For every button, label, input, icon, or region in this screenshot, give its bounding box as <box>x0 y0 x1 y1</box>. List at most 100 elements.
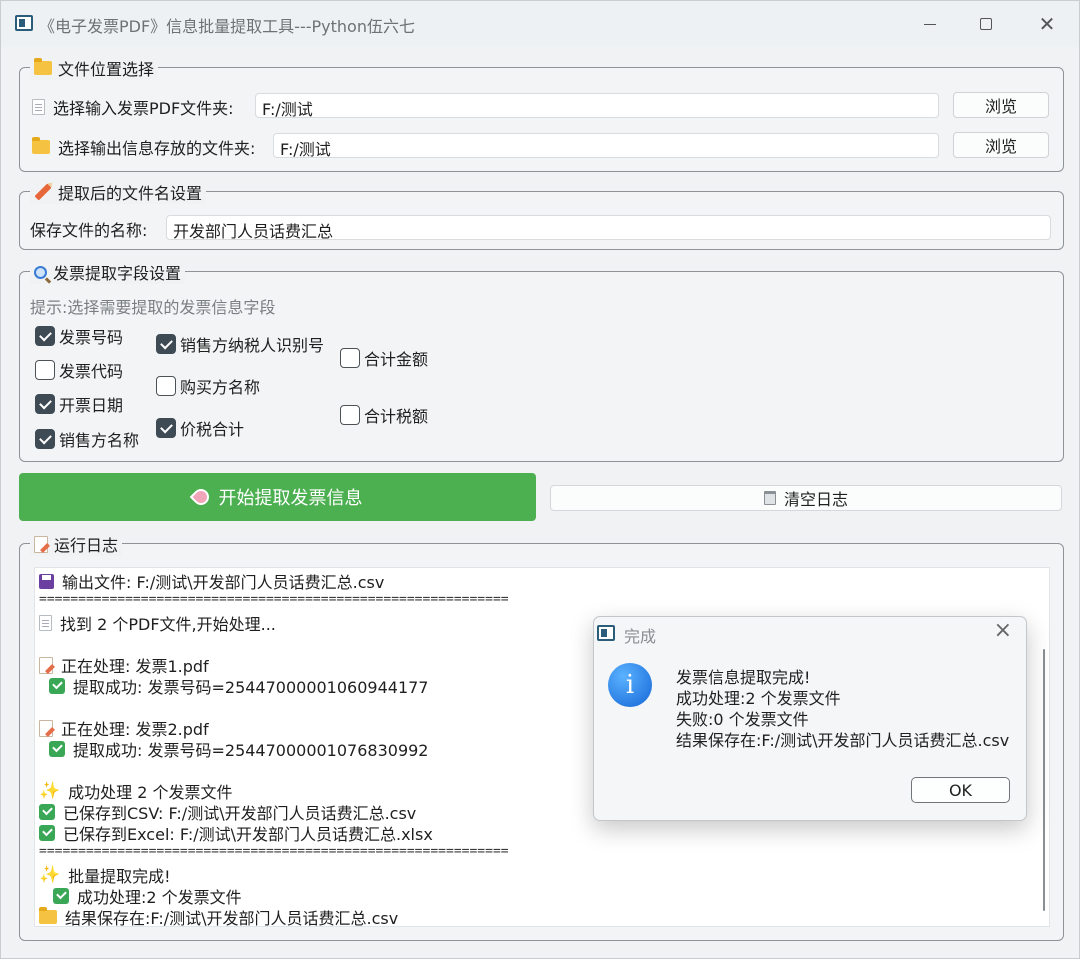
checkbox-total-tax[interactable]: 合计税额 <box>340 403 428 427</box>
checkbox-box[interactable] <box>340 348 360 368</box>
input-folder-row: 选择输入发票PDF文件夹: <box>32 95 234 119</box>
checkbox-box[interactable] <box>156 376 176 396</box>
browse-output-button[interactable]: 浏览 <box>953 132 1049 158</box>
checkbox-label: 销售方名称 <box>59 431 140 450</box>
window-title: 《电子发票PDF》信息批量提取工具---Python伍六七 <box>39 17 415 36</box>
log-line: 结果保存在:F:/测试\开发部门人员话费汇总.csv <box>39 905 399 927</box>
log-line: 提取成功: 发票号码=25447000001060944177 <box>49 674 428 698</box>
trash-icon <box>763 491 776 505</box>
log-separator: ========================================… <box>39 844 509 859</box>
checkbox-invoice-code[interactable]: 发票代码 <box>35 358 123 382</box>
checkbox-label: 购买方名称 <box>180 378 261 397</box>
ok-button[interactable]: OK <box>911 777 1010 803</box>
checkbox-invoice-number[interactable]: 发票号码 <box>35 324 123 348</box>
checkbox-total-amount[interactable]: 合计金额 <box>340 346 428 370</box>
sparkles-icon: ✨ <box>39 864 61 885</box>
floppy-disk-icon <box>39 573 54 589</box>
checkbox-label: 合计税额 <box>364 407 429 426</box>
document-icon <box>32 99 45 115</box>
check-mark-icon <box>39 825 55 841</box>
checkbox-box[interactable] <box>340 405 360 425</box>
title-bar[interactable]: 《电子发票PDF》信息批量提取工具---Python伍六七 ✕ <box>1 1 1079 47</box>
filename-field[interactable]: 开发部门人员话费汇总 <box>166 215 1051 241</box>
clear-log-button[interactable]: 清空日志 <box>550 485 1062 511</box>
start-extract-label: 开始提取发票信息 <box>218 488 363 509</box>
clear-log-label: 清空日志 <box>783 490 848 509</box>
filename-settings-legend: 提取后的文件名设置 <box>30 180 207 204</box>
log-line-text: 结果保存在:F:/测试\开发部门人员话费汇总.csv <box>65 909 399 927</box>
filename-label-text: 保存文件的名称: <box>30 221 148 240</box>
checkbox-buyer-name[interactable]: 购买方名称 <box>156 374 260 398</box>
checkbox-box[interactable] <box>35 360 55 380</box>
pencil-icon <box>34 183 52 201</box>
checkbox-label: 发票代码 <box>59 362 124 381</box>
fields-legend: 发票提取字段设置 <box>30 260 186 284</box>
checkbox-box[interactable] <box>35 394 55 414</box>
check-mark-icon <box>39 804 55 820</box>
checkbox-label: 合计金额 <box>364 350 429 369</box>
input-folder-field[interactable]: F:/测试 <box>255 93 939 119</box>
output-folder-label: 选择输出信息存放的文件夹: <box>58 139 256 158</box>
minimize-button[interactable] <box>907 7 953 41</box>
log-legend: 运行日志 <box>30 532 123 556</box>
close-icon: ✕ <box>1038 12 1056 36</box>
start-extract-button[interactable]: 开始提取发票信息 <box>19 473 536 521</box>
log-separator: ========================================… <box>39 592 509 607</box>
app-icon <box>15 15 33 31</box>
output-folder-field[interactable]: F:/测试 <box>273 133 939 159</box>
checkbox-seller-name[interactable]: 销售方名称 <box>35 427 139 451</box>
log-line: 输出文件: F:/测试\开发部门人员话费汇总.csv <box>39 569 384 593</box>
input-folder-label: 选择输入发票PDF文件夹: <box>53 99 234 118</box>
fields-hint: 提示:选择需要提取的发票信息字段 <box>30 298 276 317</box>
log-line: 已保存到Excel: F:/测试\开发部门人员话费汇总.xlsx <box>39 821 433 845</box>
dialog-title: 完成 <box>624 627 657 646</box>
sparkles-icon: ✨ <box>39 780 61 801</box>
dialog-close-button[interactable]: × <box>994 620 1012 642</box>
fields-title: 发票提取字段设置 <box>53 264 182 283</box>
log-title: 运行日志 <box>54 536 119 555</box>
folder-icon <box>32 137 50 154</box>
check-mark-icon <box>49 741 65 757</box>
checkbox-seller-tax-id[interactable]: 销售方纳税人识别号 <box>156 332 324 356</box>
log-line-text: 提取成功: 发票号码=25447000001076830992 <box>73 741 429 760</box>
checkbox-label: 发票号码 <box>59 328 124 347</box>
log-line-text: 输出文件: F:/测试\开发部门人员话费汇总.csv <box>62 573 385 592</box>
browse-input-button[interactable]: 浏览 <box>953 92 1049 118</box>
checkbox-box[interactable] <box>156 334 176 354</box>
app-icon <box>597 625 615 641</box>
info-icon: i <box>608 663 652 707</box>
checkbox-box[interactable] <box>35 326 55 346</box>
filename-label: 保存文件的名称: <box>30 217 147 241</box>
log-line-text: 提取成功: 发票号码=25447000001060944177 <box>73 678 429 697</box>
checkbox-invoice-date[interactable]: 开票日期 <box>35 392 123 416</box>
log-line: 提取成功: 发票号码=25447000001076830992 <box>49 737 428 761</box>
log-line: 找到 2 个PDF文件,开始处理... <box>39 611 276 635</box>
output-folder-row: 选择输出信息存放的文件夹: <box>32 135 255 159</box>
check-mark-icon <box>49 678 65 694</box>
maximize-button[interactable] <box>963 7 1009 41</box>
log-line-text: 找到 2 个PDF文件,开始处理... <box>60 615 276 634</box>
fields-group: 发票提取字段设置 提示:选择需要提取的发票信息字段 发票号码 发票代码 开票日期… <box>19 260 1064 462</box>
log-scrollbar[interactable] <box>1043 649 1045 911</box>
checkbox-total-with-tax[interactable]: 价税合计 <box>156 416 244 440</box>
file-location-legend: 文件位置选择 <box>30 56 159 80</box>
close-button[interactable]: ✕ <box>1024 7 1070 41</box>
magnifier-icon <box>34 265 47 279</box>
folder-icon <box>39 907 57 924</box>
checkbox-label: 开票日期 <box>59 396 124 415</box>
rocket-icon <box>189 485 212 509</box>
check-mark-icon <box>53 888 69 904</box>
checkbox-box[interactable] <box>156 418 176 438</box>
checkbox-box[interactable] <box>35 429 55 449</box>
completion-dialog: 完成 × i 发票信息提取完成! 成功处理:2 个发票文件 失败:0 个发票文件… <box>593 616 1027 821</box>
memo-icon <box>39 719 53 737</box>
minimize-icon <box>924 23 936 25</box>
document-icon <box>39 615 52 631</box>
memo-icon <box>34 535 48 553</box>
file-location-title: 文件位置选择 <box>58 60 155 79</box>
folder-icon <box>34 58 52 75</box>
maximize-icon <box>980 18 992 30</box>
checkbox-label: 销售方纳税人识别号 <box>180 336 325 355</box>
checkbox-label: 价税合计 <box>180 420 245 439</box>
dialog-message-line: 结果保存在:F:/测试\开发部门人员话费汇总.csv <box>676 731 1010 750</box>
